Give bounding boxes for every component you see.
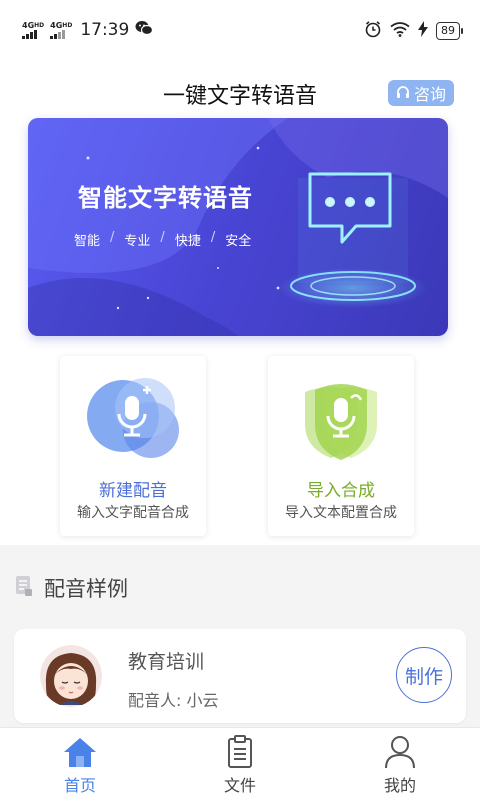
banner-tag: 安全 [225, 234, 252, 249]
wifi-icon [390, 21, 410, 41]
new-dub-subtitle: 输入文字配音合成 [77, 505, 189, 521]
signal-1: 4GHD [22, 20, 45, 39]
make-button[interactable]: 制作 [396, 647, 452, 703]
tag-separator: / [160, 230, 165, 245]
sample-section-title: 配音样例 [44, 577, 128, 601]
wechat-icon [135, 20, 154, 40]
signal-bars-icon [50, 29, 66, 39]
charging-icon [418, 21, 428, 41]
consult-label: 咨询 [413, 85, 446, 104]
tag-separator: / [210, 230, 216, 245]
sample-voice: 配音人: 小云 [128, 691, 219, 710]
nav-label-mine: 我的 [383, 776, 416, 795]
banner-tags: 智能 / 专业 / 快捷 / 安全 [74, 230, 251, 249]
app-header: 一键文字转语音 咨询 [0, 64, 480, 120]
bottom-nav: 首页 文件 我的 [0, 727, 480, 800]
banner-tag: 智能 [74, 234, 101, 249]
nav-item-mine[interactable]: 我的 [350, 734, 450, 796]
avatar [40, 645, 102, 707]
user-icon [385, 736, 415, 769]
sample-name: 教育培训 [128, 651, 205, 673]
nav-label-home: 首页 [63, 776, 96, 795]
import-title: 导入合成 [307, 481, 375, 501]
signal-2-label: 4G [50, 20, 63, 30]
nav-label-files: 文件 [223, 776, 256, 795]
banner-background [28, 118, 448, 336]
consult-button[interactable]: 咨询 [387, 80, 454, 106]
tag-separator: / [110, 230, 115, 245]
signal-bars-icon [22, 29, 37, 39]
nav-item-home[interactable]: 首页 [30, 734, 130, 796]
banner-tag: 专业 [124, 234, 151, 249]
banner-title: 智能文字转语音 [78, 184, 253, 212]
headset-icon [396, 84, 410, 103]
home-icon [64, 738, 96, 767]
microphone-shield-icon [305, 384, 377, 460]
document-icon [14, 575, 34, 601]
signal-1-label: 4G [22, 20, 35, 30]
signal-2-sup: HD [62, 21, 73, 29]
status-left: 4GHD 4GHD 17:39 [22, 20, 154, 40]
signal-2: 4GHD [50, 20, 73, 39]
file-icon [228, 735, 252, 768]
microphone-add-icon [87, 378, 179, 458]
sample-header: 配音样例 [14, 573, 128, 603]
sample-item[interactable]: 教育培训 配音人: 小云 制作 [14, 629, 466, 723]
alarm-icon [364, 20, 382, 42]
signal-1-sup: HD [34, 21, 45, 29]
sample-section: 配音样例 教育培训 配音人: 小云 制作 [0, 545, 480, 727]
battery-icon: 89 [436, 22, 463, 40]
banner-tag: 快捷 [174, 234, 201, 249]
import-card[interactable]: 导入合成 导入文本配置合成 [268, 356, 414, 536]
status-bar: 4GHD 4GHD 17:39 89 [0, 0, 480, 64]
new-dub-card[interactable]: 新建配音 输入文字配音合成 [60, 356, 206, 536]
status-right: 89 [364, 20, 463, 42]
nav-item-files[interactable]: 文件 [190, 734, 290, 796]
new-dub-title: 新建配音 [99, 481, 167, 501]
hero-banner[interactable]: 智能文字转语音 智能 / 专业 / 快捷 / 安全 [28, 118, 448, 336]
import-subtitle: 导入文本配置合成 [285, 505, 397, 521]
status-time: 17:39 [80, 20, 130, 40]
